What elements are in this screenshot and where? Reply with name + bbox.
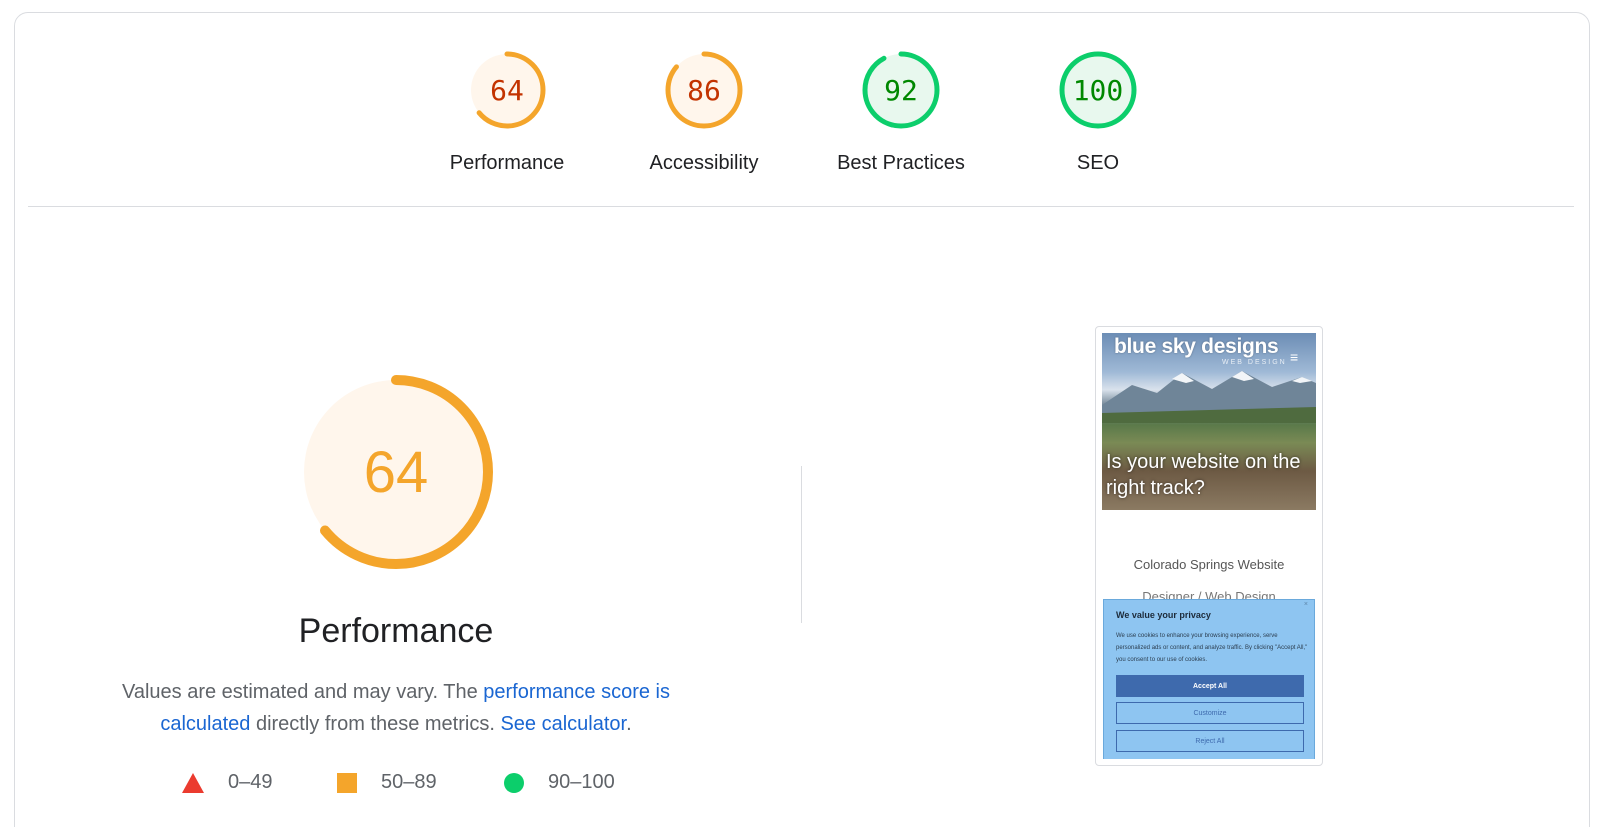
legend-label: 50–89: [381, 771, 437, 793]
gauge-score: 64: [490, 73, 524, 107]
gauge-label: Accessibility: [649, 152, 759, 174]
gauge-score: 100: [1072, 73, 1124, 107]
gauge-score: 86: [687, 73, 721, 107]
triangle-icon: [182, 772, 204, 793]
performance-description: Values are estimated and may vary. The p…: [95, 676, 697, 740]
site-logo-sub: WEB DESIGN: [1222, 359, 1287, 366]
legend-item-pass: 90–100: [504, 771, 615, 794]
cookie-banner: × We value your privacy We use cookies t…: [1103, 599, 1315, 759]
gauge-score: 92: [884, 73, 918, 107]
hero-image: blue sky designs WEB DESIGN ≡ Is your we…: [1102, 333, 1316, 510]
column-divider: [801, 466, 802, 623]
final-screenshot[interactable]: blue sky designs WEB DESIGN ≡ Is your we…: [1095, 326, 1323, 766]
site-logo: blue sky designs: [1114, 335, 1279, 358]
hamburger-icon: ≡: [1290, 349, 1299, 365]
legend-item-fail: 0–49: [182, 771, 273, 794]
score-legend: 0–49 50–89 90–100: [0, 771, 792, 795]
legend-item-average: 50–89: [337, 771, 437, 794]
legend-label: 0–49: [228, 771, 273, 793]
square-icon: [337, 772, 357, 793]
performance-title: Performance: [298, 612, 494, 650]
gauge-seo[interactable]: 100 SEO: [1013, 50, 1183, 180]
hero-headline: Is your website on the right track?: [1106, 451, 1301, 499]
reject-all-button: Reject All: [1116, 730, 1304, 752]
gauge-best-practices[interactable]: 92 Best Practices: [816, 50, 986, 180]
customize-button: Customize: [1116, 702, 1304, 724]
accept-all-button: Accept All: [1116, 675, 1304, 697]
performance-score: 64: [363, 439, 429, 505]
see-calculator-link[interactable]: See calculator: [500, 713, 626, 735]
mountain-image: [1102, 371, 1316, 423]
circle-icon: [504, 772, 524, 793]
desc-text: .: [626, 713, 632, 735]
cookie-text: We use cookies to enhance your browsing …: [1116, 633, 1308, 663]
gauge-accessibility[interactable]: 86 Accessibility: [619, 50, 789, 180]
site-tagline: Colorado Springs Website: [1133, 557, 1285, 572]
gauge-label: Performance: [449, 152, 565, 174]
close-icon: ×: [1303, 601, 1308, 608]
category-gauges: 64 Performance 86 Accessibility 92 Best …: [0, 0, 1600, 205]
legend-label: 90–100: [548, 771, 615, 793]
section-divider: [28, 206, 1574, 207]
gauge-performance[interactable]: 64 Performance: [422, 50, 592, 180]
gauge-label: SEO: [1076, 152, 1120, 174]
desc-text: Values are estimated and may vary. The: [121, 681, 484, 703]
gauge-label: Best Practices: [837, 152, 965, 174]
cookie-title: We value your privacy: [1116, 610, 1211, 620]
screenshot-viewport: blue sky designs WEB DESIGN ≡ Is your we…: [1102, 333, 1316, 759]
desc-text: directly from these metrics.: [250, 713, 501, 735]
